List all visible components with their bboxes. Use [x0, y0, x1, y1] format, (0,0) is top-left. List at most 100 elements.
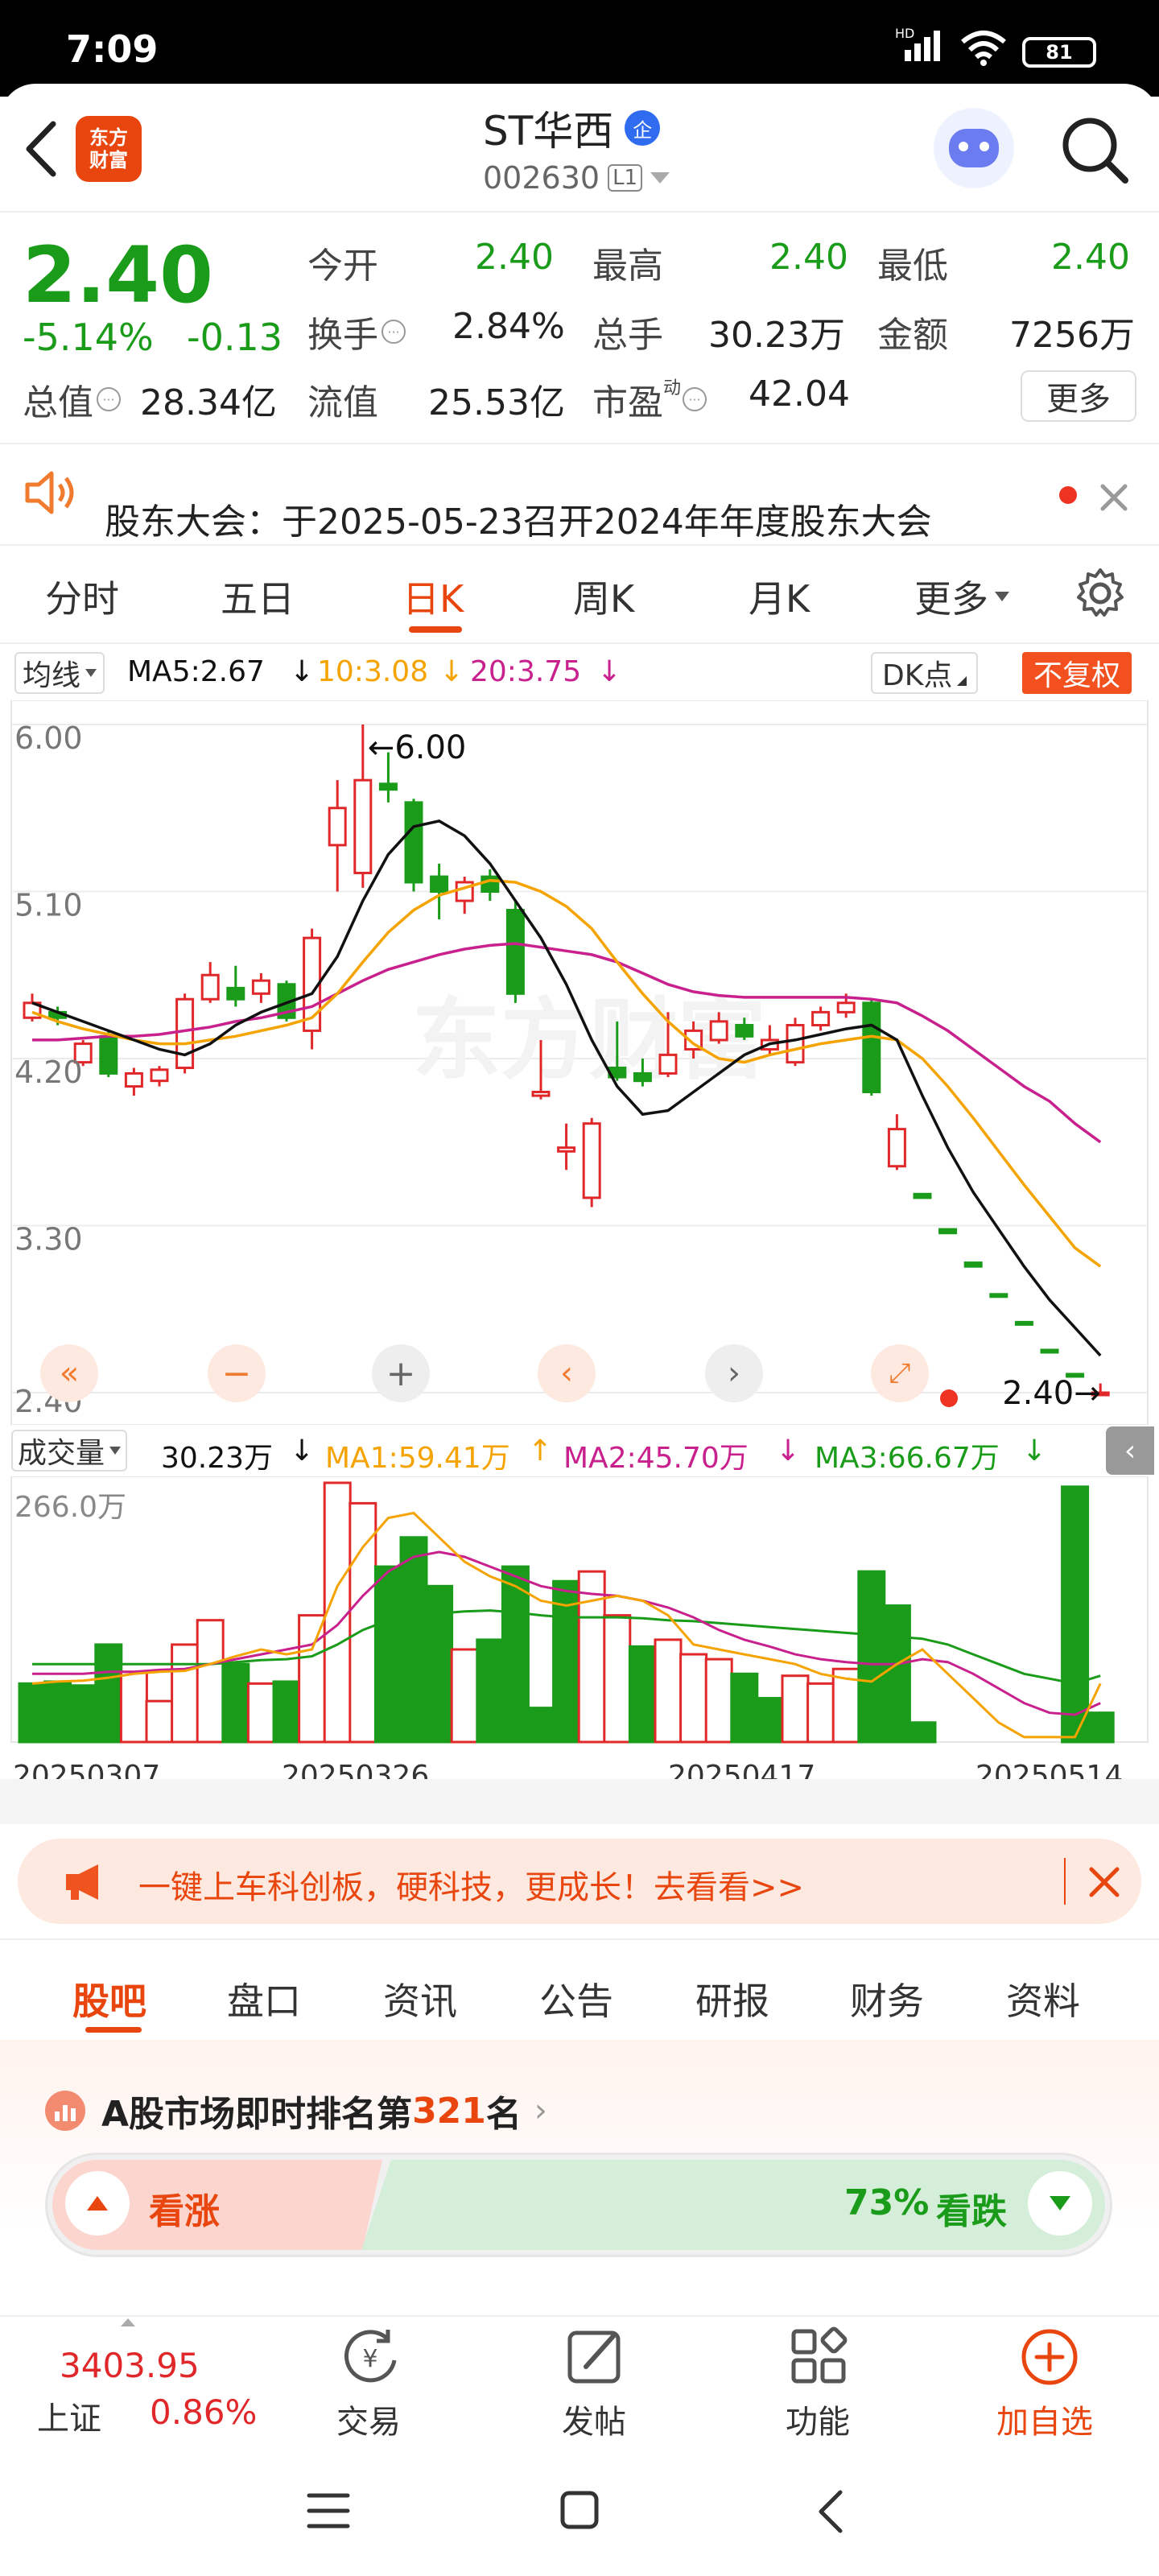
- volume-arrow: ↓: [290, 1435, 315, 1468]
- robot-assistant-icon[interactable]: [934, 108, 1014, 188]
- tab-five-day[interactable]: 五日: [221, 570, 295, 623]
- volume-bar: [476, 1638, 505, 1744]
- volume-bar: [450, 1648, 479, 1744]
- candle-body: [531, 1091, 551, 1097]
- stock-title[interactable]: ST华西 企: [483, 101, 661, 155]
- tab-weekly-k[interactable]: 周K: [573, 570, 634, 623]
- zoom-in-button[interactable]: +: [372, 1344, 430, 1402]
- signal-icon: HD: [895, 26, 951, 61]
- candle-body: [481, 875, 500, 894]
- grid-apps-icon: [791, 2326, 848, 2384]
- volume-current: 30.23万: [161, 1442, 274, 1475]
- ranking-prefix: A股市场即时排名第: [101, 2094, 413, 2135]
- volume-chart[interactable]: 266.0万 20250307 20250326 20250417 202505…: [0, 1476, 1159, 1793]
- close-icon[interactable]: [1088, 1866, 1120, 1898]
- home-icon[interactable]: [559, 2489, 600, 2531]
- scroll-left-fast-button[interactable]: «: [40, 1344, 98, 1402]
- zoom-out-button[interactable]: −: [208, 1344, 266, 1402]
- scroll-left-button[interactable]: ‹: [538, 1344, 596, 1402]
- volume-bar: [755, 1697, 784, 1744]
- mktcap-label-wrap[interactable]: 总值 ···: [23, 374, 121, 425]
- promo-banner[interactable]: 一键上车科创板，硬科技，更成长！去看看>>: [18, 1839, 1141, 1924]
- turnover-label: 换手: [307, 315, 378, 356]
- index-ticker[interactable]: 3403.95 上证 0.86%: [32, 2317, 257, 2446]
- scroll-right-button[interactable]: ›: [705, 1344, 763, 1402]
- logo-text-2: 财富: [89, 149, 128, 171]
- indicator-select[interactable]: 成交量: [11, 1430, 128, 1472]
- candle-body: [709, 1020, 728, 1042]
- pe-label-wrap[interactable]: 市盈 动 ···: [592, 374, 707, 425]
- ranking-number: 321: [412, 2090, 486, 2132]
- close-icon[interactable]: [1098, 481, 1130, 514]
- nav-add-watchlist[interactable]: 加自选: [987, 2325, 1116, 2446]
- status-time: 7:09: [66, 27, 159, 71]
- turnover-value: 2.84%: [452, 306, 565, 347]
- candle-body: [124, 1071, 143, 1088]
- tab-intraday[interactable]: 分时: [45, 570, 119, 623]
- level-tag: L1: [608, 164, 643, 192]
- nav-post[interactable]: 发帖: [547, 2325, 644, 2446]
- tab-forum[interactable]: 股吧: [72, 1972, 146, 2025]
- expand-icon: ⤢: [889, 1357, 911, 1389]
- tab-profile[interactable]: 资料: [1006, 1972, 1080, 2025]
- candle-body: [353, 778, 373, 874]
- promo-divider: [1064, 1858, 1066, 1905]
- volume-bar: [679, 1653, 708, 1744]
- back-icon[interactable]: [21, 119, 61, 179]
- promo-text[interactable]: 一键上车科创板，硬科技，更成长！去看看>>: [138, 1861, 804, 1908]
- vote-up-label[interactable]: 看涨: [149, 2182, 220, 2234]
- nav-functions[interactable]: 功能: [771, 2325, 868, 2446]
- tab-monthly-k[interactable]: 月K: [749, 570, 810, 623]
- tab-orderbook[interactable]: 盘口: [227, 1972, 301, 2025]
- vol-ma3-arrow: ↓: [1022, 1435, 1047, 1468]
- nav-trade[interactable]: ¥ 交易: [322, 2325, 419, 2446]
- tab-news[interactable]: 资讯: [383, 1972, 457, 2025]
- tab-announcements[interactable]: 公告: [539, 1972, 613, 2025]
- candle-body: [887, 1128, 906, 1168]
- tab-more-label: 更多: [914, 577, 988, 621]
- vote-down-button[interactable]: [1028, 2171, 1092, 2235]
- volume-bar: [857, 1570, 886, 1744]
- trade-yen-icon: ¥: [344, 2330, 397, 2383]
- ma-type-select[interactable]: 均线: [14, 652, 105, 694]
- dk-point-button[interactable]: DK点: [871, 652, 979, 694]
- vote-up-button[interactable]: [65, 2171, 130, 2235]
- tab-daily-k[interactable]: 日K: [402, 570, 464, 623]
- adjust-button[interactable]: 不复权: [1022, 652, 1132, 694]
- pe-sup: 动: [663, 378, 682, 398]
- fullscreen-button[interactable]: ⤢: [871, 1344, 929, 1402]
- settings-gear-icon[interactable]: [1074, 567, 1127, 620]
- volume-value: 30.23万: [708, 315, 845, 356]
- logo-text-1: 东方: [89, 126, 128, 149]
- tab-more[interactable]: 更多: [914, 570, 1009, 623]
- kline-chart[interactable]: 东方财富 6.00 5.10 4.20 3.30 2.40 ←6.00 2.40→ « − …: [0, 700, 1159, 1426]
- index-value: 3403.95: [60, 2346, 200, 2385]
- tab-financials[interactable]: 财务: [850, 1972, 924, 2025]
- volume-bar: [373, 1565, 402, 1744]
- stock-code-row[interactable]: 002630 L1: [483, 158, 670, 198]
- turnover-label-wrap[interactable]: 换手 ···: [307, 306, 406, 357]
- collapse-panel-button[interactable]: ‹: [1106, 1426, 1154, 1475]
- float-label: 流值: [307, 382, 378, 423]
- notice-text[interactable]: 股东大会：于2025-05-23召开2024年年度股东大会: [105, 493, 932, 544]
- volume-bar: [501, 1565, 530, 1744]
- change-amount: -0.13: [187, 316, 283, 359]
- vote-down-label[interactable]: 看跌: [936, 2182, 1007, 2234]
- chart-period-tabs: 分时 五日 日K 周K 月K 更多: [0, 546, 1159, 642]
- app-logo[interactable]: 东方 财富: [76, 116, 142, 182]
- more-button[interactable]: 更多: [1021, 370, 1136, 422]
- open-label: 今开: [307, 246, 378, 287]
- search-icon[interactable]: [1059, 114, 1130, 185]
- ranking-row[interactable]: A股市场即时排名第 321 名 ›: [45, 2085, 547, 2136]
- candle-body: [913, 1192, 932, 1199]
- battery-icon: 81: [1022, 37, 1096, 68]
- minus-icon: −: [221, 1352, 252, 1394]
- tab-research[interactable]: 研报: [695, 1972, 769, 2025]
- volume-bar: [43, 1680, 72, 1744]
- notice-bar[interactable]: 股东大会：于2025-05-23召开2024年年度股东大会: [0, 444, 1159, 544]
- mktcap-value: 28.34亿: [140, 382, 277, 423]
- price-axis-label: 6.00: [14, 720, 83, 756]
- back-nav-icon[interactable]: [813, 2487, 848, 2536]
- volume-bar: [654, 1638, 683, 1744]
- menu-icon[interactable]: [306, 2491, 351, 2531]
